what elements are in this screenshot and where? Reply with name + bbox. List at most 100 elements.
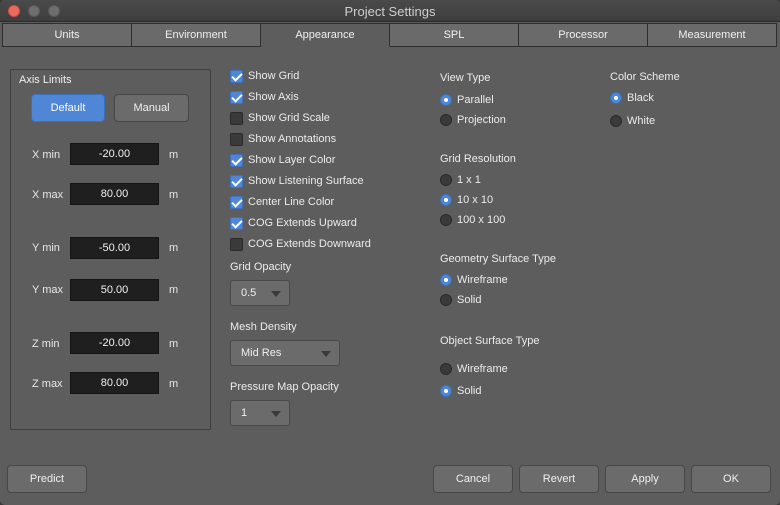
title-bar[interactable]: Project Settings	[0, 0, 780, 22]
tab-processor[interactable]: Processor	[519, 23, 648, 47]
mesh-density-value: Mid Res	[241, 347, 282, 359]
grid-resolution-100x100-radio[interactable]: 100 x 100	[440, 213, 505, 227]
color-scheme-black-radio[interactable]: Black	[610, 91, 654, 105]
checkbox-label: Show Grid Scale	[248, 112, 330, 124]
grid-resolution-10x10-radio[interactable]: 10 x 10	[440, 193, 493, 207]
y-max-label: Y max	[32, 284, 63, 296]
radio-label: 100 x 100	[457, 214, 506, 226]
y-max-field[interactable]: 50.00	[70, 279, 159, 301]
checkbox-label: Show Grid	[248, 70, 300, 82]
radio-dot[interactable]	[440, 114, 452, 126]
x-max-label: X max	[32, 189, 64, 201]
z-max-label: Z max	[32, 378, 63, 390]
cog-extends-downward-checkbox[interactable]: COG Extends Downward	[230, 237, 371, 251]
radio-dot[interactable]	[440, 94, 452, 106]
radio-dot[interactable]	[440, 214, 452, 226]
radio-dot[interactable]	[440, 385, 452, 397]
show-annotations-checkbox[interactable]: Show Annotations	[230, 132, 336, 146]
x-min-label: X min	[32, 149, 61, 161]
y-min-unit: m	[169, 242, 179, 254]
checkbox-box[interactable]	[230, 216, 243, 230]
z-min-field[interactable]: -20.00	[70, 332, 159, 354]
pressure-map-opacity-select[interactable]: 1	[230, 400, 290, 426]
cog-extends-upward-checkbox[interactable]: COG Extends Upward	[230, 216, 357, 230]
apply-button[interactable]: Apply	[605, 465, 685, 493]
show-grid-checkbox[interactable]: Show Grid	[230, 69, 299, 83]
radio-label: Black	[627, 92, 654, 104]
x-max-unit: m	[169, 189, 179, 201]
grid-resolution-label: Grid Resolution	[440, 153, 516, 165]
predict-button[interactable]: Predict	[7, 465, 87, 493]
tab-spl[interactable]: SPL	[390, 23, 519, 47]
tab-bar: Units Environment Appearance SPL Process…	[2, 23, 777, 47]
show-grid-scale-checkbox[interactable]: Show Grid Scale	[230, 111, 330, 125]
tab-units[interactable]: Units	[2, 23, 132, 47]
y-min-field[interactable]: -50.00	[70, 237, 159, 259]
checkbox-box[interactable]	[230, 237, 243, 251]
mesh-density-select[interactable]: Mid Res	[230, 340, 340, 366]
checkbox-box[interactable]	[230, 174, 243, 188]
radio-label: Solid	[457, 294, 482, 306]
checkbox-box[interactable]	[230, 195, 243, 209]
checkbox-box[interactable]	[230, 111, 243, 125]
geometry-wireframe-radio[interactable]: Wireframe	[440, 273, 508, 287]
x-min-field[interactable]: -20.00	[70, 143, 159, 165]
radio-label: 10 x 10	[457, 194, 494, 206]
checkbox-box[interactable]	[230, 153, 243, 167]
checkbox-label: Show Listening Surface	[248, 175, 364, 187]
tab-appearance[interactable]: Appearance	[261, 23, 390, 47]
radio-dot[interactable]	[610, 92, 622, 104]
cancel-button[interactable]: Cancel	[433, 465, 513, 493]
show-layer-color-checkbox[interactable]: Show Layer Color	[230, 153, 335, 167]
color-scheme-white-radio[interactable]: White	[610, 114, 655, 128]
center-line-color-checkbox[interactable]: Center Line Color	[230, 195, 334, 209]
checkbox-box[interactable]	[230, 69, 243, 83]
pressure-map-opacity-label: Pressure Map Opacity	[230, 381, 339, 393]
radio-dot[interactable]	[440, 363, 452, 375]
x-max-field[interactable]: 80.00	[70, 183, 159, 205]
show-axis-checkbox[interactable]: Show Axis	[230, 90, 299, 104]
geometry-solid-radio[interactable]: Solid	[440, 293, 481, 307]
checkbox-box[interactable]	[230, 132, 243, 146]
geometry-surface-type-label: Geometry Surface Type	[440, 253, 556, 265]
object-wireframe-radio[interactable]: Wireframe	[440, 362, 508, 376]
grid-opacity-label: Grid Opacity	[230, 261, 292, 273]
radio-label: Projection	[457, 114, 506, 126]
pressure-map-opacity-value: 1	[241, 407, 248, 419]
checkbox-label: Show Layer Color	[248, 154, 336, 166]
checkbox-label: Show Annotations	[248, 133, 337, 145]
radio-dot[interactable]	[440, 274, 452, 286]
default-button[interactable]: Default	[31, 94, 105, 122]
y-max-unit: m	[169, 284, 179, 296]
x-min-unit: m	[169, 149, 179, 161]
checkbox-label: Show Axis	[248, 91, 299, 103]
object-solid-radio[interactable]: Solid	[440, 384, 481, 398]
radio-dot[interactable]	[440, 194, 452, 206]
revert-button[interactable]: Revert	[519, 465, 599, 493]
radio-label: 1 x 1	[457, 174, 481, 186]
view-type-parallel-radio[interactable]: Parallel	[440, 93, 494, 107]
view-type-label: View Type	[440, 72, 491, 84]
radio-dot[interactable]	[610, 115, 622, 127]
view-type-projection-radio[interactable]: Projection	[440, 113, 506, 127]
z-max-unit: m	[169, 378, 179, 390]
object-surface-type-label: Object Surface Type	[440, 335, 540, 347]
radio-dot[interactable]	[440, 294, 452, 306]
checkbox-box[interactable]	[230, 90, 243, 104]
color-scheme-label: Color Scheme	[610, 71, 680, 83]
ok-button[interactable]: OK	[691, 465, 771, 493]
manual-button[interactable]: Manual	[114, 94, 189, 122]
window-title: Project Settings	[344, 4, 436, 19]
tab-environment[interactable]: Environment	[132, 23, 261, 47]
radio-label: Wireframe	[457, 274, 508, 286]
grid-resolution-1x1-radio[interactable]: 1 x 1	[440, 173, 481, 187]
show-listening-surface-checkbox[interactable]: Show Listening Surface	[230, 174, 364, 188]
radio-dot[interactable]	[440, 174, 452, 186]
z-max-field[interactable]: 80.00	[70, 372, 159, 394]
y-min-label: Y min	[32, 242, 60, 254]
mesh-density-label: Mesh Density	[230, 321, 297, 333]
tab-measurement[interactable]: Measurement	[648, 23, 777, 47]
z-min-unit: m	[169, 338, 179, 350]
grid-opacity-select[interactable]: 0.5	[230, 280, 290, 306]
radio-label: Parallel	[457, 94, 494, 106]
